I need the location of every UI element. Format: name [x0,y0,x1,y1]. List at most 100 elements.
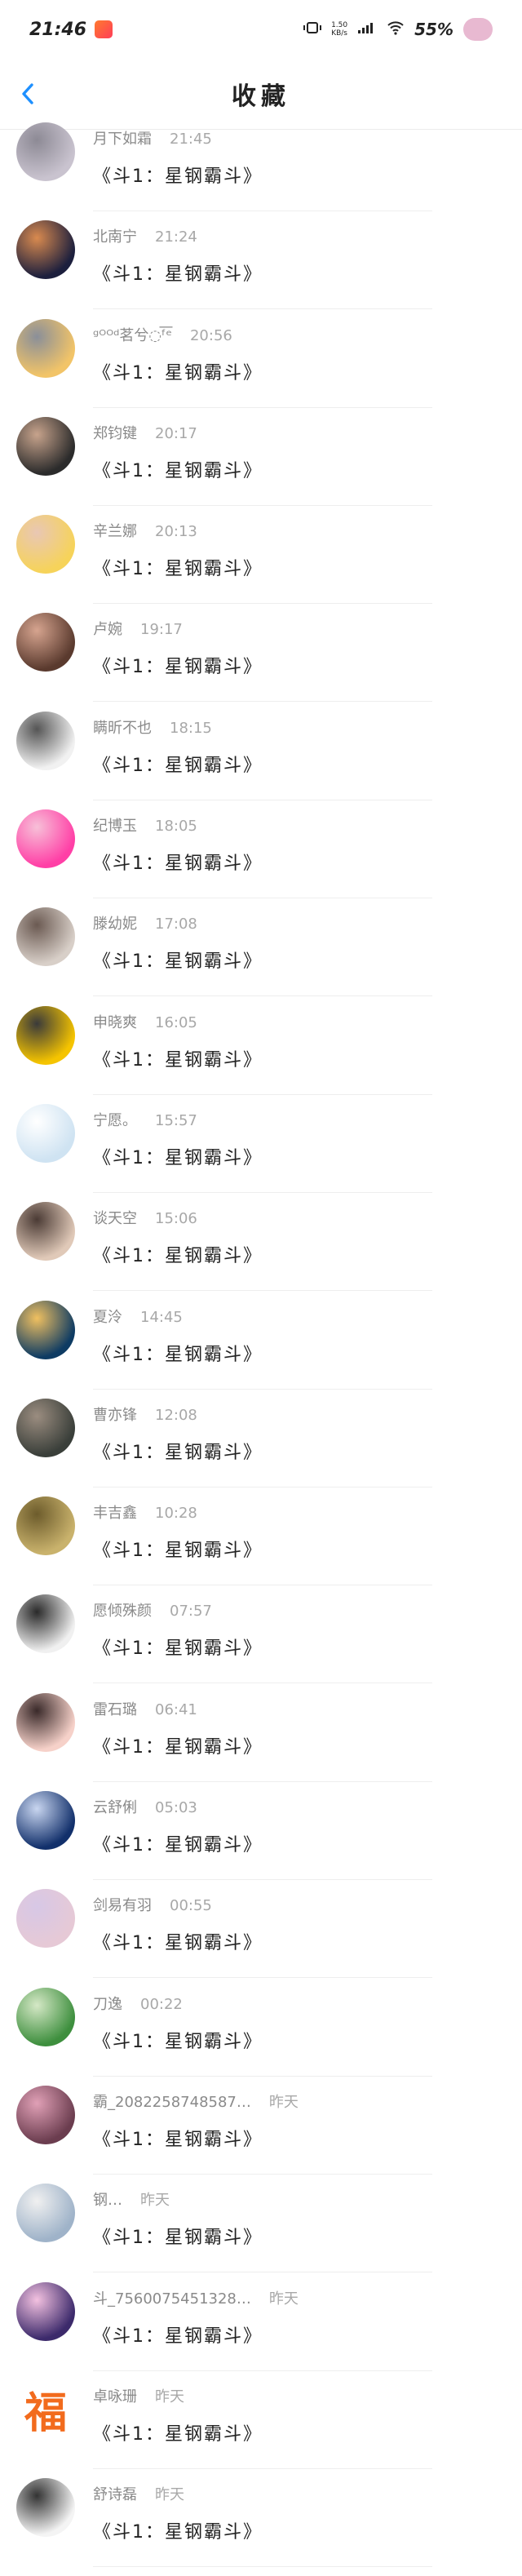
status-bar: 21:46 1.50 KB/s 55% [0,0,522,59]
avatar[interactable]: 福 [16,2379,75,2439]
item-time: 10:28 [155,1505,197,1523]
list-item[interactable]: 霸_2082258748587… 昨天 《斗1：星钢霸斗》 [0,2085,522,2184]
item-meta: 滕幼妮 17:08 [93,912,197,933]
item-name: 纪博玉 [93,818,137,836]
list-item[interactable]: 剑易有羽 00:55 《斗1：星钢霸斗》 [0,1889,522,1987]
avatar[interactable] [16,1496,75,1556]
list-item[interactable]: 卢婉 19:17 《斗1：星钢霸斗》 [0,613,522,711]
item-time: 昨天 [268,2093,299,2111]
divider [93,995,432,997]
item-meta: 夏泠 14:45 [93,1306,183,1327]
avatar[interactable] [16,1692,75,1752]
avatar[interactable] [16,1202,75,1261]
list-item[interactable]: 曹亦锋 12:08 《斗1：星钢霸斗》 [0,1398,522,1496]
item-time: 18:05 [155,818,197,836]
list-item[interactable]: 谈天空 15:06 《斗1：星钢霸斗》 [0,1202,522,1300]
avatar[interactable] [16,711,75,770]
item-name: 云舒俐 [93,1799,137,1817]
item-time: 15:57 [155,1111,197,1129]
list-item[interactable]: 雷石璐 06:41 《斗1：星钢霸斗》 [0,1692,522,1791]
avatar[interactable] [16,1398,75,1457]
item-time: 20:56 [189,326,232,344]
item-meta: 瞒昕不也 18:15 [93,716,212,738]
item-title: 《斗1：星钢霸斗》 [93,264,263,286]
avatar[interactable] [16,1300,75,1359]
divider [93,2566,432,2568]
status-time: 21:46 [29,19,87,40]
avatar[interactable] [16,1103,75,1163]
avatar[interactable] [16,809,75,869]
avatar[interactable] [16,613,75,672]
item-time: 昨天 [155,2486,184,2504]
item-time: 06:41 [155,1700,197,1718]
divider [93,1093,432,1095]
avatar[interactable] [16,2478,75,2538]
avatar[interactable] [16,1791,75,1851]
item-time: 18:15 [170,719,212,737]
avatar[interactable] [16,2085,75,2144]
net-speed-unit: KB/s [331,29,347,38]
list-item[interactable]: 申晓爽 16:05 《斗1：星钢霸斗》 [0,1005,522,1104]
list-item[interactable]: 北南宁 21:24 《斗1：星钢霸斗》 [0,220,522,318]
item-name: 滕幼妮 [93,916,137,933]
item-time: 00:22 [140,1995,183,2013]
avatar[interactable] [16,2281,75,2341]
item-title: 《斗1：星钢霸斗》 [93,1344,263,1365]
favorites-list: 月下如霜 21:45 《斗1：星钢霸斗》 北南宁 21:24 《斗1：星钢霸斗》 ᵍᴼᴼᵈ茗… [0,122,522,2576]
list-item[interactable]: 舒诗磊 昨天《斗1：星钢霸斗》 [0,2478,522,2576]
item-time: 17:08 [155,916,197,933]
avatar[interactable] [16,2184,75,2243]
avatar[interactable] [16,220,75,280]
list-item[interactable]: 纪博玉 18:05 《斗1：星钢霸斗》 [0,809,522,907]
item-name: 雷石璐 [93,1700,137,1718]
list-item[interactable]: 刀逸 00:22 《斗1：星钢霸斗》 [0,1987,522,2086]
avatar[interactable] [16,1005,75,1065]
list-item[interactable]: 丰吉鑫 10:28 《斗1：星钢霸斗》 [0,1496,522,1594]
avatar[interactable] [16,907,75,967]
list-item[interactable]: 夏泠 14:45 《斗1：星钢霸斗》 [0,1300,522,1399]
avatar[interactable] [16,1889,75,1949]
list-item[interactable]: 云舒俐 05:03 《斗1：星钢霸斗》 [0,1791,522,1889]
item-name: 刀逸 [93,1995,122,2013]
item-meta: 卢婉 19:17 [93,618,183,639]
vibrate-icon [303,21,322,38]
divider [93,2173,432,2175]
item-title: 《斗1：星钢霸斗》 [93,755,263,776]
avatar[interactable] [16,122,75,181]
list-item[interactable]: 郑钧键 20:17 《斗1：星钢霸斗》 [0,416,522,515]
chevron-left-icon[interactable] [15,80,42,108]
avatar[interactable] [16,318,75,378]
divider [93,701,432,703]
item-name: 北南宁 [93,228,137,246]
avatar[interactable] [16,1987,75,2046]
list-item[interactable]: 月下如霜 21:45 《斗1：星钢霸斗》 [0,122,522,220]
item-title: 《斗1：星钢霸斗》 [93,951,263,973]
item-time: 20:17 [155,424,197,442]
list-item[interactable]: 斗_7560075451328… 昨天 《斗1：星钢霸斗》 [0,2281,522,2380]
list-item[interactable]: 滕幼妮 17:08 《斗1：星钢霸斗》 [0,907,522,1005]
list-item[interactable]: 福 卓咏珊 昨天 《斗1：星钢霸斗》 [0,2379,522,2478]
item-meta: 郑钧键 20:17 [93,422,197,443]
divider [93,1388,432,1390]
list-item[interactable]: 瞒昕不也 18:15 《斗1：星钢霸斗》 [0,711,522,809]
item-title: 《斗1：星钢霸斗》 [93,2522,263,2543]
list-item[interactable]: ᵍᴼᴼᵈ茗兮◌ᶠ͞ᵉ 20:56 《斗1：星钢霸斗》 [0,318,522,417]
avatar[interactable] [16,1594,75,1654]
item-name: 斗_7560075451328… [93,2290,251,2308]
avatar[interactable] [16,515,75,574]
item-title: 《斗1：星钢霸斗》 [93,2129,263,2150]
item-name: 瞒昕不也 [93,719,152,737]
item-name: 辛兰娜 [93,523,137,541]
item-title: 《斗1：星钢霸斗》 [93,1246,263,1267]
item-meta: 舒诗磊 昨天 [93,2483,184,2504]
list-item[interactable]: 愿倾殊颜 07:57 《斗1：星钢霸斗》 [0,1594,522,1692]
item-title: 《斗1：星钢霸斗》 [93,1049,263,1071]
item-title: 《斗1：星钢霸斗》 [93,1442,263,1463]
item-title: 《斗1：星钢霸斗》 [93,1736,263,1758]
list-item[interactable]: 辛兰娜 20:13 《斗1：星钢霸斗》 [0,515,522,613]
list-item[interactable]: 钢… 昨天 《斗1：星钢霸斗》 [0,2184,522,2281]
list-item[interactable]: 宁愿。 15:57 《斗1：星钢霸斗》 [0,1103,522,1202]
item-title: 《斗1：星钢霸斗》 [93,657,263,678]
item-meta: 谈天空 15:06 [93,1207,197,1228]
avatar[interactable] [16,416,75,476]
